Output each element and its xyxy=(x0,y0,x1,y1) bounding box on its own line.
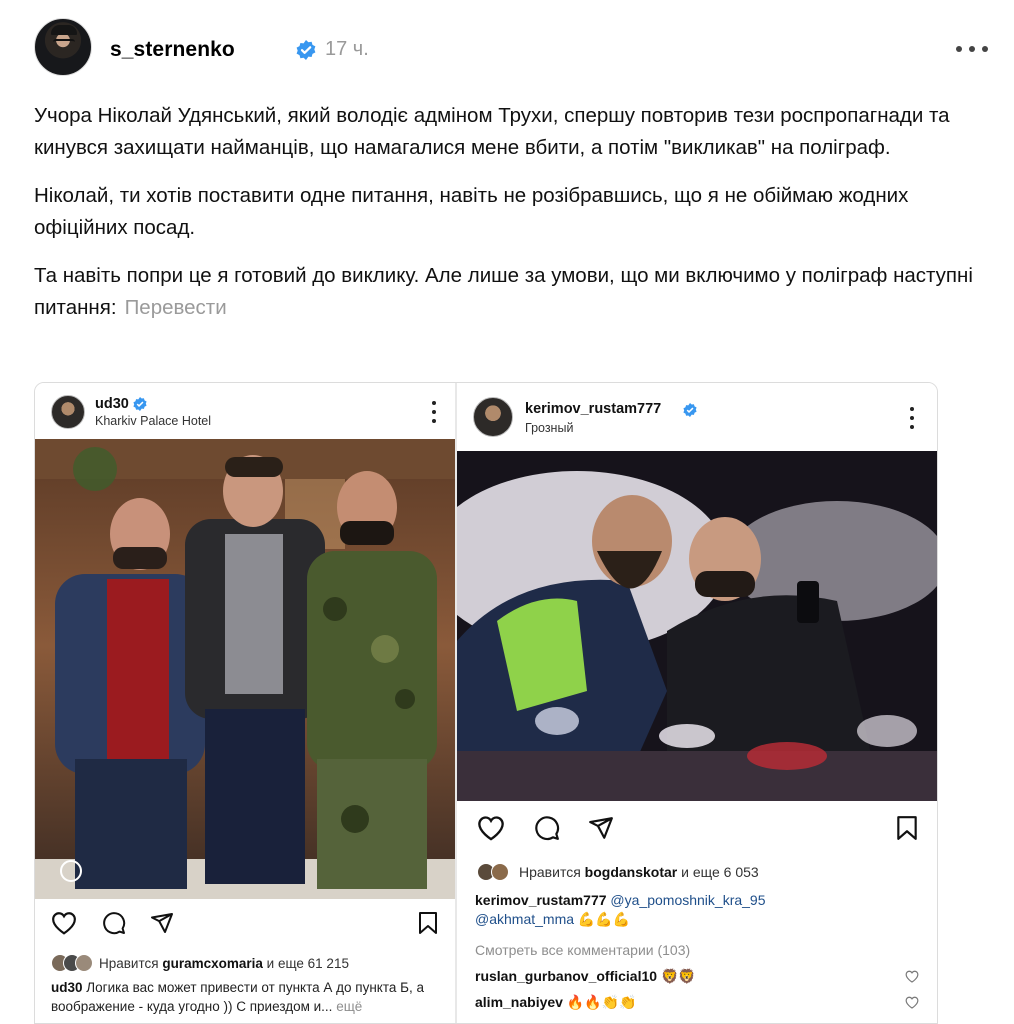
likes-user[interactable]: guramcxomaria xyxy=(162,956,263,971)
left-photo xyxy=(35,439,455,899)
bookmark-icon[interactable] xyxy=(895,815,919,841)
caption-mention[interactable]: @ya_pomoshnik_kra_95 xyxy=(610,892,765,908)
left-post-actions xyxy=(51,911,441,941)
author-avatar[interactable] xyxy=(34,18,92,76)
verified-icon xyxy=(683,403,697,417)
caption-more-link[interactable]: ещё xyxy=(336,999,362,1014)
right-post-header: kerimov_rustam777 Грозный xyxy=(457,383,937,441)
caption-emoji: 💪💪💪 xyxy=(577,911,631,927)
left-username: ud30 xyxy=(95,396,129,412)
right-photo xyxy=(457,451,937,801)
left-caption: ud30 Логика вас может привести от пункта… xyxy=(51,978,431,1016)
more-options-button[interactable] xyxy=(956,40,988,58)
verified-icon xyxy=(133,397,147,411)
caption-mention[interactable]: @akhmat_mma xyxy=(475,911,574,927)
post-media-image[interactable]: ud30 Kharkiv Palace Hotel Нравится guram… xyxy=(34,382,938,1024)
comment-text: 🦁🦁 xyxy=(660,968,696,984)
caption-username[interactable]: kerimov_rustam777 xyxy=(475,892,607,908)
likes-count[interactable]: и еще 6 053 xyxy=(681,864,759,880)
comment-row: alim_nabiyev 🔥🔥👏👏 xyxy=(475,993,637,1012)
right-location: Грозный xyxy=(525,421,574,435)
heart-icon[interactable] xyxy=(477,815,505,841)
verified-icon xyxy=(296,40,316,60)
likes-prefix: Нравится xyxy=(99,956,159,971)
heart-icon[interactable] xyxy=(905,970,919,983)
right-caption: kerimov_rustam777 @ya_pomoshnik_kra_95 @… xyxy=(475,891,915,929)
translate-link[interactable]: Перевести xyxy=(125,296,227,319)
likes-count[interactable]: и еще 61 215 xyxy=(267,956,349,971)
post-timestamp: 17 ч. xyxy=(325,38,369,60)
left-location: Kharkiv Palace Hotel xyxy=(95,414,212,428)
bookmark-icon[interactable] xyxy=(417,911,439,935)
left-instagram-screenshot: ud30 Kharkiv Palace Hotel Нравится guram… xyxy=(35,383,455,1023)
more-icon xyxy=(431,401,437,423)
caption-username[interactable]: ud30 xyxy=(51,980,83,995)
post-text: Учора Ніколай Удянський, який володіє ад… xyxy=(34,100,984,340)
right-username: kerimov_rustam777 xyxy=(525,401,662,417)
share-icon[interactable] xyxy=(149,911,175,935)
post-paragraph-1: Учора Ніколай Удянський, який володіє ад… xyxy=(34,104,950,159)
likes-prefix: Нравится xyxy=(519,864,581,880)
left-profile-avatar xyxy=(51,395,85,429)
liker-avatars xyxy=(477,863,515,881)
heart-icon[interactable] xyxy=(51,911,77,935)
right-post-actions xyxy=(477,815,927,845)
left-post-header: ud30 Kharkiv Palace Hotel xyxy=(35,383,455,441)
post-header: s_sternenko 17 ч. xyxy=(34,18,994,80)
right-instagram-screenshot: kerimov_rustam777 Грозный Нравится bogda… xyxy=(455,383,937,1023)
share-icon[interactable] xyxy=(587,815,615,841)
more-icon xyxy=(909,407,915,429)
liker-avatars xyxy=(51,954,95,972)
likes-user[interactable]: bogdanskotar xyxy=(585,864,678,880)
comment-text: 🔥🔥👏👏 xyxy=(566,994,637,1010)
author-username[interactable]: s_sternenko xyxy=(110,38,235,62)
right-profile-avatar xyxy=(473,397,513,437)
comment-icon[interactable] xyxy=(101,911,127,935)
right-likes-line: Нравится bogdanskotar и еще 6 053 xyxy=(477,863,759,881)
post-paragraph-3: Та навіть попри це я готовий до виклику.… xyxy=(34,260,984,324)
view-all-comments-link[interactable]: Смотреть все комментарии (103) xyxy=(475,941,690,960)
comment-icon[interactable] xyxy=(533,815,561,841)
comment-username[interactable]: alim_nabiyev xyxy=(475,994,563,1010)
comment-row: ruslan_gurbanov_official10 🦁🦁 xyxy=(475,967,696,986)
left-likes-line: Нравится guramcxomaria и еще 61 215 xyxy=(51,954,349,972)
caption-text: Логика вас может привести от пункта А до… xyxy=(51,980,425,1014)
comment-username[interactable]: ruslan_gurbanov_official10 xyxy=(475,968,657,984)
more-icon xyxy=(956,46,962,52)
post-paragraph-2: Ніколай, ти хотів поставити одне питання… xyxy=(34,184,909,239)
heart-icon[interactable] xyxy=(905,996,919,1009)
